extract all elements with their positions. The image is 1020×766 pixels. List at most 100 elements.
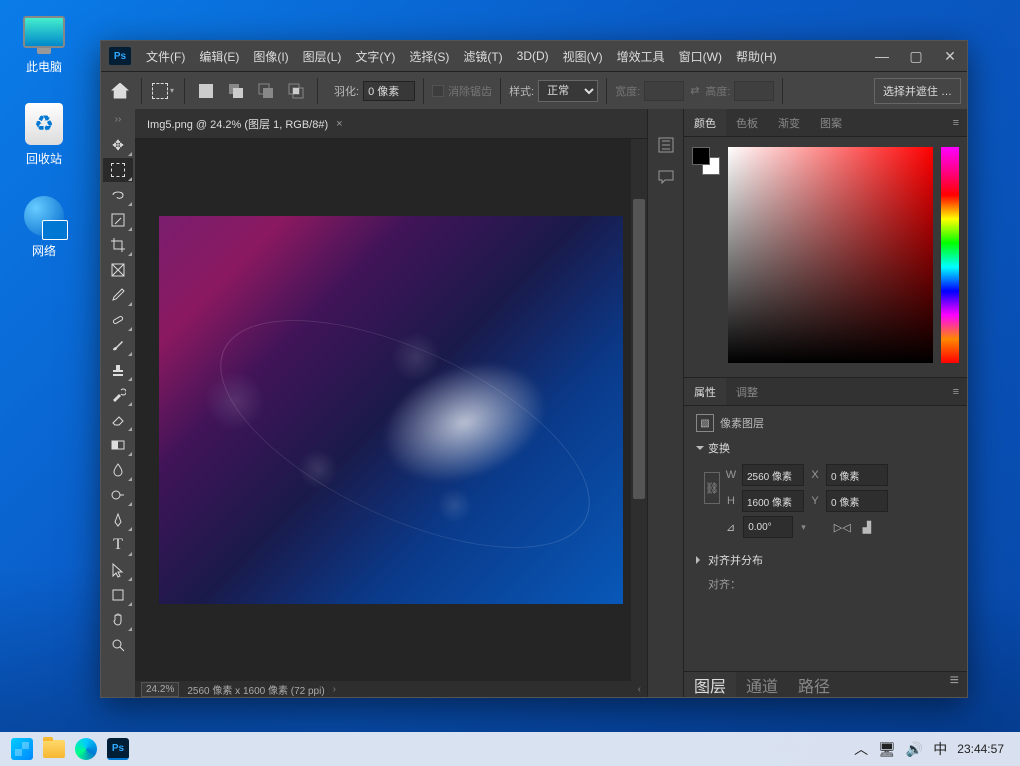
select-and-mask-button[interactable]: 选择并遮住 … bbox=[874, 78, 961, 104]
toolbar-grip-icon[interactable]: ›› bbox=[101, 109, 135, 129]
move-tool[interactable]: ✥ bbox=[103, 133, 133, 157]
tab-color[interactable]: 颜色 bbox=[684, 109, 726, 136]
crop-tool[interactable] bbox=[103, 233, 133, 257]
lasso-tool[interactable] bbox=[103, 183, 133, 207]
marquee-tool[interactable] bbox=[103, 158, 133, 182]
pixel-layer-icon: ▧ bbox=[696, 414, 714, 432]
tab-properties[interactable]: 属性 bbox=[684, 378, 726, 405]
panel-menu-icon[interactable]: ≡ bbox=[945, 386, 967, 398]
minimize-button[interactable]: — bbox=[865, 44, 899, 68]
tab-paths[interactable]: 路径 bbox=[788, 672, 840, 697]
menu-plugins[interactable]: 增效工具 bbox=[610, 48, 672, 65]
history-panel-icon[interactable] bbox=[654, 133, 678, 157]
feather-input[interactable] bbox=[363, 81, 415, 101]
selection-new-icon[interactable] bbox=[193, 78, 219, 104]
tray-network-icon[interactable]: 🖥 bbox=[878, 741, 896, 758]
link-wh-icon[interactable]: ⛓ bbox=[704, 472, 720, 504]
vertical-scrollbar[interactable] bbox=[631, 139, 647, 681]
taskbar-edge[interactable] bbox=[70, 733, 102, 765]
healing-tool[interactable] bbox=[103, 308, 133, 332]
scroll-left-icon[interactable]: ‹ bbox=[638, 684, 641, 695]
menu-3d[interactable]: 3D(D) bbox=[510, 49, 556, 63]
width-input[interactable] bbox=[742, 464, 804, 486]
zoom-tool[interactable] bbox=[103, 633, 133, 657]
frame-tool[interactable] bbox=[103, 258, 133, 282]
status-bar: 24.2% 2560 像素 x 1600 像素 (72 ppi) › ‹ bbox=[135, 681, 647, 697]
y-input[interactable] bbox=[826, 490, 888, 512]
stamp-tool[interactable] bbox=[103, 358, 133, 382]
menu-edit[interactable]: 编辑(E) bbox=[192, 48, 246, 65]
style-select[interactable]: 正常 bbox=[538, 80, 598, 102]
photoshop-logo-icon[interactable]: Ps bbox=[109, 47, 131, 65]
type-tool[interactable]: T bbox=[103, 533, 133, 557]
panel-menu-icon[interactable]: ≡ bbox=[942, 672, 967, 697]
document-tab[interactable]: Img5.png @ 24.2% (图层 1, RGB/8#) × bbox=[135, 109, 647, 139]
tab-channels[interactable]: 通道 bbox=[736, 672, 788, 697]
dodge-tool[interactable] bbox=[103, 483, 133, 507]
menu-layer[interactable]: 图层(L) bbox=[296, 48, 349, 65]
tab-patterns[interactable]: 图案 bbox=[810, 109, 852, 136]
close-button[interactable]: ✕ bbox=[933, 44, 967, 68]
height-input[interactable] bbox=[742, 490, 804, 512]
magic-wand-tool[interactable] bbox=[103, 208, 133, 232]
eraser-tool[interactable] bbox=[103, 408, 133, 432]
menu-image[interactable]: 图像(I) bbox=[246, 48, 295, 65]
taskbar-explorer[interactable] bbox=[38, 733, 70, 765]
menu-view[interactable]: 视图(V) bbox=[556, 48, 610, 65]
style-label: 样式: bbox=[509, 83, 534, 99]
flip-vertical-icon[interactable]: ▟ bbox=[863, 521, 871, 534]
hue-slider[interactable] bbox=[941, 147, 959, 363]
menubar: Ps 文件(F) 编辑(E) 图像(I) 图层(L) 文字(Y) 选择(S) 滤… bbox=[101, 41, 967, 71]
section-align[interactable]: 对齐并分布 bbox=[696, 552, 955, 568]
desktop-recycle-bin[interactable]: ♻ 回收站 bbox=[10, 102, 78, 167]
desktop-network[interactable]: 网络 bbox=[10, 194, 78, 259]
hand-tool[interactable] bbox=[103, 608, 133, 632]
tab-gradients[interactable]: 渐变 bbox=[768, 109, 810, 136]
angle-input[interactable] bbox=[743, 516, 793, 538]
selection-add-icon[interactable] bbox=[223, 78, 249, 104]
home-button[interactable] bbox=[107, 78, 133, 104]
canvas-viewport[interactable] bbox=[135, 139, 647, 681]
x-input[interactable] bbox=[826, 464, 888, 486]
menu-filter[interactable]: 滤镜(T) bbox=[456, 48, 509, 65]
shape-tool[interactable] bbox=[103, 583, 133, 607]
tray-clock[interactable]: 23:44:57 bbox=[957, 742, 1004, 756]
desktop-this-pc[interactable]: 此电脑 bbox=[10, 10, 78, 75]
menu-help[interactable]: 帮助(H) bbox=[729, 48, 784, 65]
taskbar-photoshop[interactable]: Ps bbox=[102, 733, 134, 765]
tray-volume-icon[interactable]: 🔊 bbox=[906, 741, 923, 758]
pen-tool[interactable] bbox=[103, 508, 133, 532]
blur-tool[interactable] bbox=[103, 458, 133, 482]
path-selection-tool[interactable] bbox=[103, 558, 133, 582]
selection-intersect-icon[interactable] bbox=[283, 78, 309, 104]
section-transform[interactable]: 变换 bbox=[696, 440, 955, 456]
menu-select[interactable]: 选择(S) bbox=[402, 48, 456, 65]
canvas-image[interactable] bbox=[159, 216, 623, 604]
tab-swatches[interactable]: 色板 bbox=[726, 109, 768, 136]
zoom-level[interactable]: 24.2% bbox=[141, 682, 179, 697]
document-info[interactable]: 2560 像素 x 1600 像素 (72 ppi) bbox=[187, 682, 324, 697]
tab-layers[interactable]: 图层 bbox=[684, 672, 736, 697]
menu-window[interactable]: 窗口(W) bbox=[672, 48, 729, 65]
tray-ime[interactable]: 中 bbox=[933, 739, 947, 759]
tool-preset-icon[interactable]: ▾ bbox=[150, 78, 176, 104]
panel-menu-icon[interactable]: ≡ bbox=[945, 117, 967, 129]
close-tab-icon[interactable]: × bbox=[336, 118, 342, 130]
tray-chevron-icon[interactable]: ︿ bbox=[854, 739, 868, 759]
menu-type[interactable]: 文字(Y) bbox=[348, 48, 402, 65]
history-brush-tool[interactable] bbox=[103, 383, 133, 407]
info-chevron-icon[interactable]: › bbox=[333, 684, 336, 695]
selection-subtract-icon[interactable] bbox=[253, 78, 279, 104]
start-button[interactable] bbox=[6, 733, 38, 765]
gradient-tool[interactable] bbox=[103, 433, 133, 457]
maximize-button[interactable]: ▢ bbox=[899, 44, 933, 68]
brush-tool[interactable] bbox=[103, 333, 133, 357]
eyedropper-tool[interactable] bbox=[103, 283, 133, 307]
menu-file[interactable]: 文件(F) bbox=[139, 48, 192, 65]
foreground-background-swatch[interactable] bbox=[692, 147, 720, 175]
color-field[interactable] bbox=[728, 147, 933, 363]
flip-horizontal-icon[interactable]: ▷◁ bbox=[834, 521, 851, 534]
tab-adjustments[interactable]: 调整 bbox=[726, 378, 768, 405]
foreground-color[interactable] bbox=[692, 147, 710, 165]
comments-panel-icon[interactable] bbox=[654, 165, 678, 189]
